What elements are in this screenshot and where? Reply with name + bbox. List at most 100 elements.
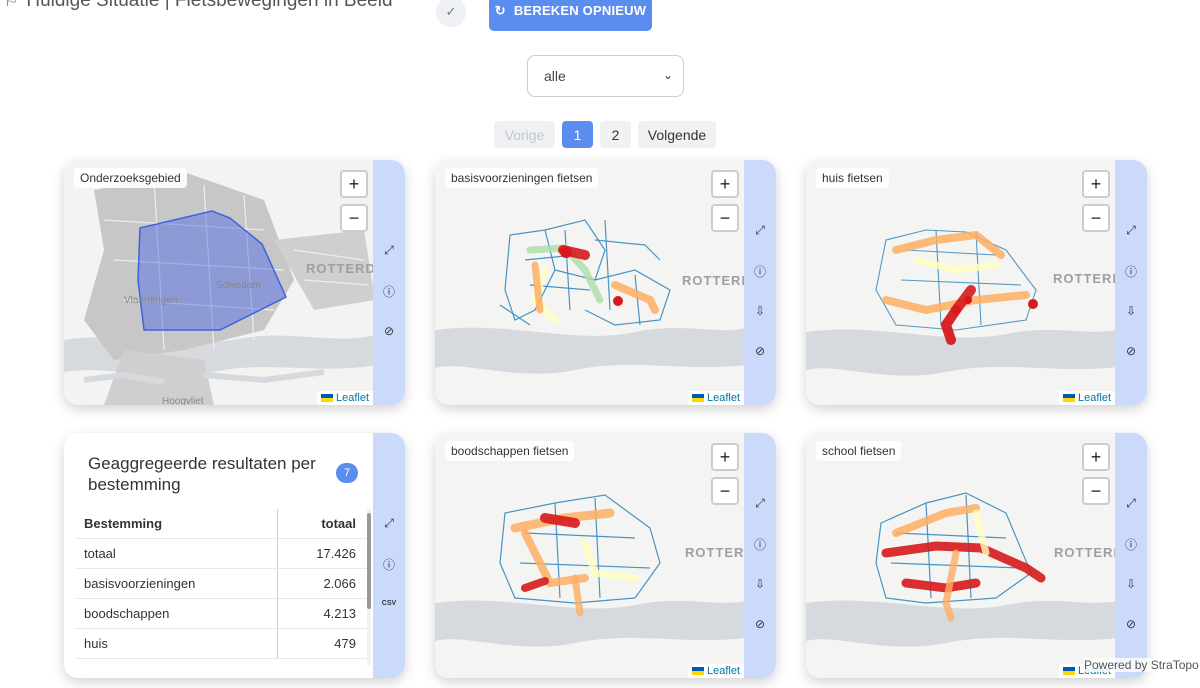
map-boodschappen[interactable]: ROTTERD boodschappen fietsen + − Leaflet: [435, 433, 746, 678]
compass-icon[interactable]: ⊘: [1123, 616, 1139, 632]
expand-icon[interactable]: ⤢: [1123, 495, 1139, 511]
table-row: totaal 17.426: [76, 539, 368, 569]
info-icon[interactable]: ⓘ: [381, 283, 397, 299]
expand-icon[interactable]: ⤢: [752, 222, 768, 238]
table-cell: 4.213: [323, 606, 356, 621]
aggregated-table: Bestemming totaal totaal 17.426 basisvoo…: [76, 509, 368, 659]
map-download-icon[interactable]: ⇩: [1123, 576, 1139, 592]
zoom-control: + −: [340, 170, 368, 238]
info-icon[interactable]: ⓘ: [1123, 536, 1139, 552]
expand-icon[interactable]: ⤢: [381, 515, 397, 531]
attribution-text: Leaflet: [706, 392, 740, 404]
recalculate-button[interactable]: ↻ BEREKEN OPNIEUW: [489, 0, 652, 31]
zoom-out-button[interactable]: −: [1082, 477, 1110, 505]
info-icon[interactable]: ⓘ: [381, 556, 397, 572]
expand-icon[interactable]: ⤢: [752, 495, 768, 511]
pagination-page-1[interactable]: 1: [562, 121, 593, 148]
table-header-row: Bestemming totaal: [76, 509, 368, 539]
map-huis[interactable]: ROTTERDA huis fietsen + − Leaflet: [806, 160, 1117, 405]
leaflet-attribution[interactable]: Leaflet: [687, 664, 744, 678]
info-icon[interactable]: ⓘ: [752, 536, 768, 552]
leaflet-attribution[interactable]: Leaflet: [316, 391, 373, 405]
column-header-totaal[interactable]: totaal: [278, 516, 368, 531]
chevron-down-icon: ⌄: [662, 68, 673, 82]
table-cell: 479: [334, 636, 356, 651]
expand-icon[interactable]: ⤢: [1123, 222, 1139, 238]
info-icon[interactable]: ⓘ: [1123, 263, 1139, 279]
zoom-in-button[interactable]: +: [711, 443, 739, 471]
powered-by-label: Powered by StraTopo: [1084, 658, 1199, 672]
map-icon: ⚐: [4, 0, 19, 10]
map-title: school fietsen: [816, 441, 902, 461]
destination-select[interactable]: alle ⌄: [527, 55, 684, 97]
map-label-rotterdam: ROTTERDA: [306, 261, 375, 276]
zoom-in-button[interactable]: +: [711, 170, 739, 198]
zoom-out-button[interactable]: −: [711, 204, 739, 232]
table-row: huis 479: [76, 629, 368, 659]
map-card-basisvoorzieningen: ROTTERD basisvoorzieningen fietsen + − L…: [435, 160, 776, 405]
map-label-vlaardingen: Vlaardingen: [124, 295, 178, 306]
compass-icon[interactable]: ⊘: [752, 343, 768, 359]
table-row: basisvoorzieningen 2.066: [76, 569, 368, 599]
map-title: Onderzoeksgebied: [74, 168, 187, 188]
table-cell: 2.066: [323, 576, 356, 591]
map-onderzoeksgebied[interactable]: ROTTERDA Vlaardingen Schiedam Hoogvliet …: [64, 160, 375, 405]
zoom-out-button[interactable]: −: [711, 477, 739, 505]
zoom-in-button[interactable]: +: [1082, 443, 1110, 471]
card-side-panel: ⤢ ⓘ CSV: [373, 433, 405, 678]
expand-icon[interactable]: ⤢: [381, 242, 397, 258]
map-download-icon[interactable]: ⇩: [1123, 303, 1139, 319]
table-cell: basisvoorzieningen: [76, 569, 278, 598]
count-badge: 7: [336, 463, 358, 483]
leaflet-attribution[interactable]: Leaflet: [1058, 391, 1115, 405]
table-cell: boodschappen: [76, 599, 278, 628]
compass-icon[interactable]: ⊘: [381, 323, 397, 339]
table-scrollbar-thumb[interactable]: [367, 513, 371, 609]
page-title: ⚐ Huidige Situatie | Fietsbewegingen in …: [4, 0, 393, 12]
attribution-text: Leaflet: [335, 392, 369, 404]
card-side-panel: ⤢ ⓘ ⇩ ⊘: [744, 433, 776, 678]
ukraine-flag-icon: [1062, 667, 1075, 675]
column-header-bestemming[interactable]: Bestemming: [76, 509, 278, 538]
map-card-onderzoeksgebied: ROTTERDA Vlaardingen Schiedam Hoogvliet …: [64, 160, 405, 405]
map-download-icon[interactable]: ⇩: [752, 576, 768, 592]
zoom-out-button[interactable]: −: [340, 204, 368, 232]
table-cell: totaal: [76, 539, 278, 568]
aggregated-title: Geaggregeerde resultaten per bestemming: [88, 454, 316, 494]
zoom-in-button[interactable]: +: [1082, 170, 1110, 198]
map-label-rotterdam: ROTTERD: [685, 545, 746, 560]
map-title: basisvoorzieningen fietsen: [445, 168, 599, 188]
map-basisvoorzieningen[interactable]: ROTTERD basisvoorzieningen fietsen + − L…: [435, 160, 746, 405]
map-title: huis fietsen: [816, 168, 889, 188]
ukraine-flag-icon: [1062, 394, 1075, 402]
aggregated-results-card: Geaggregeerde resultaten per bestemming …: [64, 433, 405, 678]
refresh-icon: ↻: [494, 2, 506, 18]
zoom-control: + −: [1082, 443, 1110, 511]
map-school[interactable]: ROTTERDA school fietsen + − Leaflet: [806, 433, 1117, 678]
pagination-next[interactable]: Volgende: [638, 121, 716, 148]
zoom-control: + −: [1082, 170, 1110, 238]
map-card-boodschappen: ROTTERD boodschappen fietsen + − Leaflet…: [435, 433, 776, 678]
page-title-text: Huidige Situatie | Fietsbewegingen in Be…: [26, 0, 393, 11]
compass-icon[interactable]: ⊘: [752, 616, 768, 632]
map-download-icon[interactable]: ⇩: [752, 303, 768, 319]
map-card-school: ROTTERDA school fietsen + − Leaflet ⤢ ⓘ …: [806, 433, 1147, 678]
compass-icon[interactable]: ⊘: [1123, 343, 1139, 359]
map-label-rotterdam: ROTTERD: [682, 273, 746, 288]
map-label-rotterdam: ROTTERDA: [1053, 271, 1117, 286]
info-icon[interactable]: ⓘ: [752, 263, 768, 279]
pagination-prev[interactable]: Vorige: [494, 121, 555, 148]
attribution-text: Leaflet: [1077, 392, 1111, 404]
confirm-button[interactable]: ✓: [436, 0, 466, 27]
zoom-in-button[interactable]: +: [340, 170, 368, 198]
table-cell: huis: [76, 629, 278, 658]
map-card-huis: ROTTERDA huis fietsen + − Leaflet ⤢ ⓘ ⇩ …: [806, 160, 1147, 405]
check-icon: ✓: [445, 4, 457, 19]
recalculate-label: BEREKEN OPNIEUW: [513, 3, 647, 18]
csv-download-icon[interactable]: CSV: [381, 595, 397, 611]
pagination: Vorige 1 2 Volgende: [494, 121, 716, 148]
table-row: boodschappen 4.213: [76, 599, 368, 629]
leaflet-attribution[interactable]: Leaflet: [687, 391, 744, 405]
zoom-out-button[interactable]: −: [1082, 204, 1110, 232]
pagination-page-2[interactable]: 2: [600, 121, 631, 148]
